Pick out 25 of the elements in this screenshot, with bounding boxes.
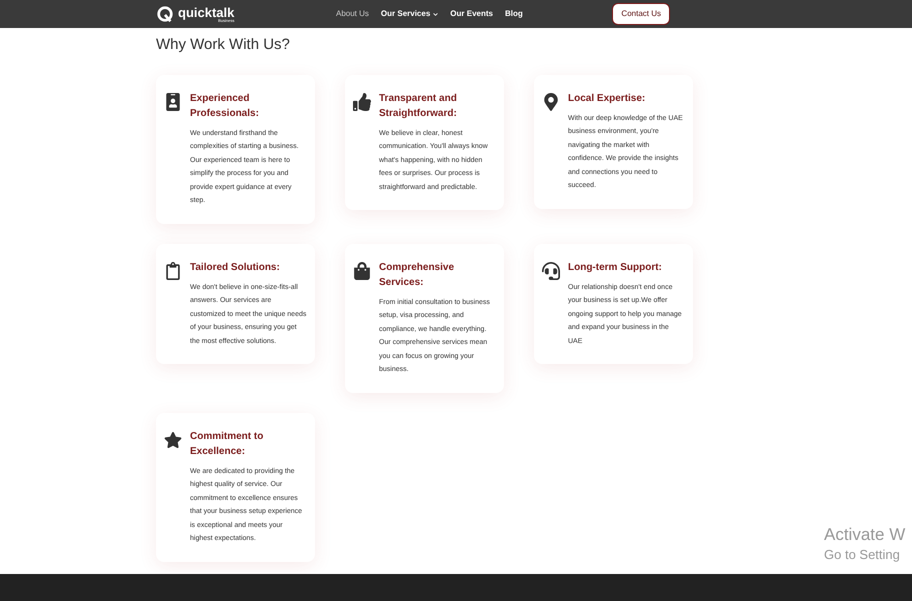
clipboard-icon [164, 262, 182, 280]
card-title: Tailored Solutions: [190, 260, 281, 274]
thumbs-up-icon [353, 92, 371, 110]
card-title: Long-term Support: [568, 260, 663, 274]
card-title: Transparent and Straightforward: [379, 92, 458, 120]
logo-wordmark: quicktalk [178, 6, 234, 18]
caret-icon [433, 12, 438, 16]
activation-notice-title: Activate W [824, 524, 906, 546]
card-title: Commitment to Excellence: [190, 430, 264, 458]
card-title: Comprehensive Services: [379, 260, 456, 290]
nav-link[interactable]: Blog [504, 8, 523, 20]
nav-link[interactable]: Our Events [450, 8, 493, 20]
section-title: Why Work With Us? [156, 35, 291, 55]
id-badge-icon [164, 92, 182, 110]
nav-link[interactable]: Our Services [380, 8, 438, 20]
headset-icon [542, 262, 560, 280]
nav-link[interactable]: About Us [336, 8, 369, 20]
contact-us-button[interactable]: Contact Us [612, 3, 670, 25]
map-pin-icon [542, 92, 560, 110]
card-title: Local Expertise: [568, 92, 646, 106]
logo-mark-icon [156, 5, 174, 23]
shopping-bag-icon [353, 262, 371, 280]
star-icon [164, 430, 182, 448]
activation-notice-text: Go to Setting [824, 546, 901, 564]
card-title: Experienced Professionals: [190, 92, 260, 120]
